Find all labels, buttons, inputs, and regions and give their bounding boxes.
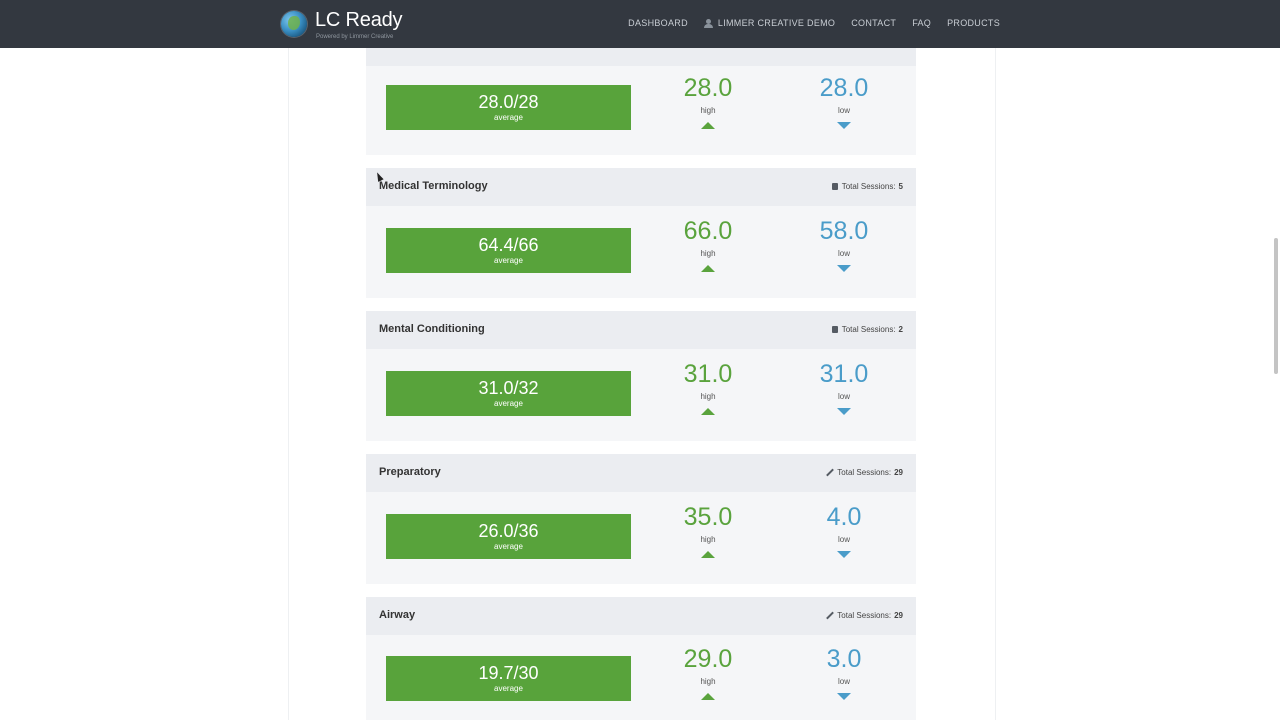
nav-links: DASHBOARD LIMMER CREATIVE DEMO CONTACT F…: [612, 18, 1000, 28]
sessions-count: 5: [898, 182, 903, 191]
high-value: 66.0: [683, 217, 733, 245]
average-bar: 31.0/32 average: [386, 371, 631, 416]
arrow-up-icon: [701, 408, 715, 415]
sessions-count: 29: [894, 611, 903, 620]
category-card-airway: Airway Total Sessions: 29 19.7/30 averag…: [366, 597, 916, 720]
sessions-label: Total Sessions:: [841, 182, 896, 191]
low-value: 31.0: [819, 360, 869, 388]
arrow-up-icon: [701, 551, 715, 558]
card-header: Medical Terminology Total Sessions: 5: [366, 168, 916, 206]
average-label: average: [494, 542, 523, 551]
low-stat: 58.0 low: [799, 217, 889, 272]
nav-products-link[interactable]: PRODUCTS: [947, 18, 1000, 28]
average-label: average: [494, 684, 523, 693]
arrow-down-icon: [837, 265, 851, 272]
globe-logo-icon: [281, 11, 307, 37]
category-card-mental-conditioning: Mental Conditioning Total Sessions: 2 31…: [366, 311, 916, 441]
high-value: 29.0: [683, 645, 733, 673]
high-stat: 31.0 high: [663, 360, 753, 415]
category-card-medical-terminology: Medical Terminology Total Sessions: 5 64…: [366, 168, 916, 298]
nav-dashboard-link[interactable]: DASHBOARD: [628, 18, 688, 28]
average-value: 19.7/30: [478, 663, 539, 683]
high-stat: 66.0 high: [663, 217, 753, 272]
average-label: average: [494, 256, 523, 265]
high-value: 31.0: [683, 360, 733, 388]
arrow-up-icon: [701, 693, 715, 700]
average-label: average: [494, 399, 523, 408]
sessions-label: Total Sessions:: [837, 611, 892, 620]
high-stat: 28.0 high: [663, 74, 753, 129]
user-icon: [703, 18, 713, 28]
low-value: 28.0: [819, 74, 869, 102]
card-title: Mental Conditioning: [379, 323, 485, 335]
low-value: 4.0: [826, 503, 862, 531]
arrow-down-icon: [837, 408, 851, 415]
arrow-up-icon: [701, 122, 715, 129]
card-title: Airway: [379, 609, 416, 621]
high-label: high: [700, 249, 716, 258]
average-bar: 26.0/36 average: [386, 514, 631, 559]
low-value: 58.0: [819, 217, 869, 245]
pencil-icon: [826, 611, 835, 620]
high-stat: 29.0 high: [663, 645, 753, 700]
average-bar: 64.4/66 average: [386, 228, 631, 273]
sessions-label: Total Sessions:: [841, 325, 896, 334]
high-value: 35.0: [683, 503, 733, 531]
sessions-label: Total Sessions:: [837, 468, 892, 477]
low-label: low: [837, 677, 850, 686]
arrow-up-icon: [701, 265, 715, 272]
low-label: low: [837, 535, 850, 544]
card-header: Mental Conditioning Total Sessions: 2: [366, 311, 916, 349]
book-icon: [831, 326, 838, 333]
arrow-down-icon: [837, 551, 851, 558]
brand-name: LC Ready: [315, 9, 403, 31]
total-sessions: Total Sessions: 5: [831, 182, 903, 191]
low-stat: 28.0 low: [799, 74, 889, 129]
total-sessions: Total Sessions: 29: [826, 611, 903, 620]
low-stat: 31.0 low: [799, 360, 889, 415]
average-bar: 28.0/28 average: [386, 85, 631, 130]
card-header: Airway Total Sessions: 29: [366, 597, 916, 635]
brand-tagline: Powered by Limmer Creative: [316, 34, 394, 40]
average-label: average: [494, 113, 523, 122]
card-title: Medical Terminology: [379, 180, 488, 192]
high-value: 28.0: [683, 74, 733, 102]
low-value: 3.0: [826, 645, 862, 673]
high-stat: 35.0 high: [663, 503, 753, 558]
arrow-down-icon: [837, 693, 851, 700]
nav-faq-link[interactable]: FAQ: [912, 18, 931, 28]
high-label: high: [700, 392, 716, 401]
sessions-count: 2: [898, 325, 903, 334]
low-label: low: [837, 106, 850, 115]
nav-user-label: LIMMER CREATIVE DEMO: [717, 18, 836, 28]
top-navbar: LC Ready Powered by Limmer Creative DASH…: [0, 0, 1280, 48]
page-scrollbar[interactable]: [1274, 238, 1278, 374]
card-title: Preparatory: [379, 466, 441, 478]
sessions-count: 29: [894, 468, 903, 477]
nav-user-link[interactable]: LIMMER CREATIVE DEMO: [703, 18, 836, 28]
nav-contact-link[interactable]: CONTACT: [851, 18, 896, 28]
low-label: low: [837, 249, 850, 258]
total-sessions: Total Sessions: 29: [826, 468, 903, 477]
high-label: high: [700, 535, 716, 544]
total-sessions: Total Sessions: 2: [831, 325, 903, 334]
book-icon: [831, 183, 838, 190]
arrow-down-icon: [837, 122, 851, 129]
card-header: Preparatory Total Sessions: 29: [366, 454, 916, 492]
average-value: 64.4/66: [478, 235, 539, 255]
average-bar: 19.7/30 average: [386, 656, 631, 701]
low-stat: 3.0 low: [799, 645, 889, 700]
low-stat: 4.0 low: [799, 503, 889, 558]
average-value: 31.0/32: [478, 378, 539, 398]
average-value: 28.0/28: [478, 92, 539, 112]
average-value: 26.0/36: [478, 521, 539, 541]
category-card-preparatory: Preparatory Total Sessions: 29 26.0/36 a…: [366, 454, 916, 584]
high-label: high: [700, 106, 716, 115]
high-label: high: [700, 677, 716, 686]
pencil-icon: [826, 468, 835, 477]
low-label: low: [837, 392, 850, 401]
